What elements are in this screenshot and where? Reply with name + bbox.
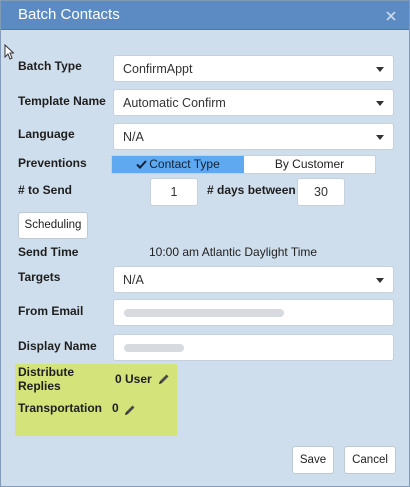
redacted-value xyxy=(124,344,184,352)
language-select[interactable]: N/A xyxy=(113,123,394,150)
mouse-cursor-icon xyxy=(4,44,14,60)
send-time-value: 10:00 am Atlantic Daylight Time xyxy=(149,245,318,259)
cancel-button[interactable]: Cancel xyxy=(344,446,396,474)
save-button[interactable]: Save xyxy=(292,446,334,474)
dialog-title: Batch Contacts xyxy=(18,6,120,23)
to-send-input[interactable]: 1 xyxy=(150,178,198,206)
pencil-icon[interactable] xyxy=(157,373,170,386)
chevron-down-icon xyxy=(376,101,384,106)
to-send-label: # to Send xyxy=(18,183,73,197)
targets-select[interactable]: N/A xyxy=(113,266,394,293)
from-email-input[interactable] xyxy=(113,299,394,326)
distribute-replies-label: Distribute Replies xyxy=(18,365,74,393)
chevron-down-icon xyxy=(376,67,384,72)
batch-contacts-dialog: Batch Contacts Batch Type ConfirmAppt Te… xyxy=(0,0,410,487)
batch-type-value: ConfirmAppt xyxy=(123,62,193,76)
pencil-icon[interactable] xyxy=(123,404,136,417)
dialog-titlebar: Batch Contacts xyxy=(1,1,409,30)
send-time-label: Send Time xyxy=(18,245,79,259)
targets-label: Targets xyxy=(18,270,61,284)
transportation-value: 0 xyxy=(112,401,119,415)
batch-type-select[interactable]: ConfirmAppt xyxy=(113,55,394,82)
chevron-down-icon xyxy=(376,135,384,140)
chevron-down-icon xyxy=(376,278,384,283)
distribute-replies-label-line1: Distribute xyxy=(18,365,75,379)
distribute-replies-value: 0 User xyxy=(115,372,152,386)
checkmark-icon xyxy=(136,160,147,169)
preventions-option-contact-type[interactable]: Contact Type xyxy=(112,156,244,173)
redacted-value xyxy=(124,309,284,317)
display-name-label: Display Name xyxy=(18,339,97,353)
preventions-option-label: Contact Type xyxy=(149,157,220,171)
language-label: Language xyxy=(18,127,75,141)
preventions-toggle: Contact Type By Customer xyxy=(111,155,376,174)
template-name-select[interactable]: Automatic Confirm xyxy=(113,89,394,116)
targets-value: N/A xyxy=(123,273,144,287)
language-value: N/A xyxy=(123,130,144,144)
display-name-input[interactable] xyxy=(113,334,394,361)
days-between-label: # days between xyxy=(207,183,296,197)
preventions-option-label: By Customer xyxy=(274,157,345,171)
days-between-input[interactable]: 30 xyxy=(297,178,345,206)
from-email-label: From Email xyxy=(18,304,84,318)
template-name-label: Template Name xyxy=(18,94,106,108)
preventions-label: Preventions xyxy=(18,156,87,170)
preventions-option-by-customer[interactable]: By Customer xyxy=(244,156,375,173)
distribute-replies-label-line2: Replies xyxy=(18,379,61,393)
batch-type-label: Batch Type xyxy=(18,59,82,73)
template-name-value: Automatic Confirm xyxy=(123,96,226,110)
transportation-label: Transportation xyxy=(18,401,103,415)
close-icon[interactable] xyxy=(384,9,398,23)
scheduling-button[interactable]: Scheduling xyxy=(18,212,88,239)
